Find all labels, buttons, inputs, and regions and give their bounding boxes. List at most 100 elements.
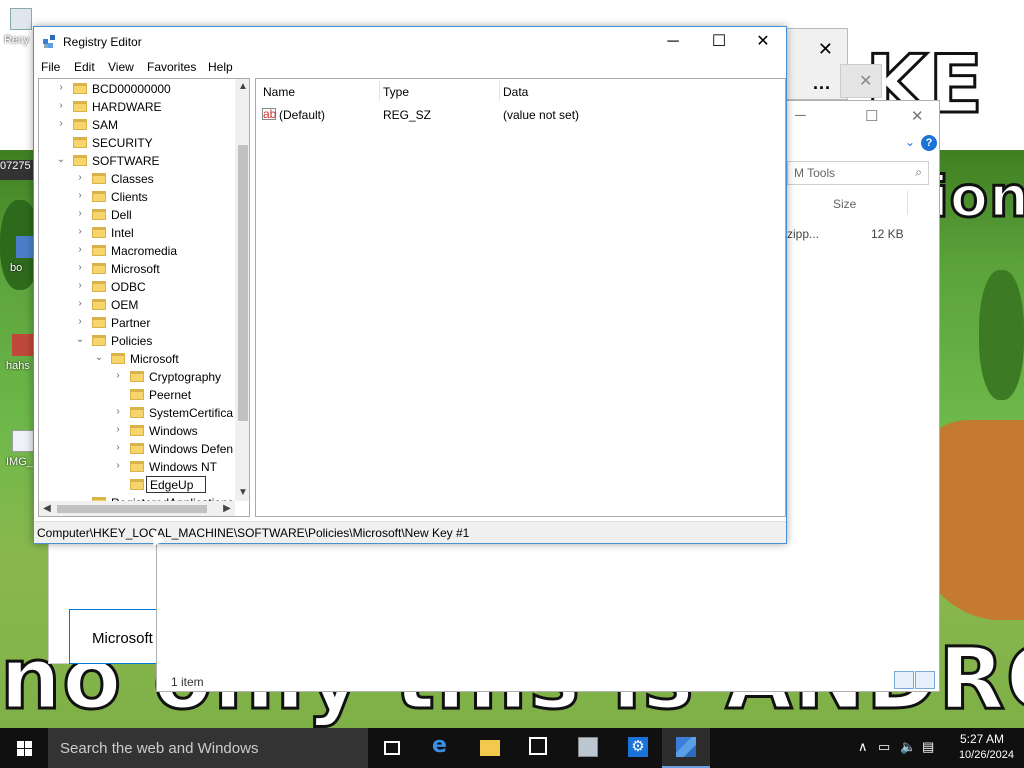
- scroll-up-arrow[interactable]: ▲: [235, 79, 249, 95]
- close-button[interactable]: ✕: [911, 107, 924, 125]
- tree-item-dell[interactable]: › Dell: [39, 206, 235, 224]
- expand-icon[interactable]: ›: [75, 280, 85, 291]
- tree-horizontal-scrollbar[interactable]: ◀ ▶: [39, 501, 235, 516]
- details-view-icon[interactable]: [894, 671, 914, 689]
- task-view-button[interactable]: [368, 728, 416, 768]
- scroll-thumb[interactable]: [238, 145, 248, 421]
- tree-item-windows-defender[interactable]: › Windows Defen: [39, 440, 235, 458]
- tree-item-systemcertificates[interactable]: › SystemCertifica: [39, 404, 235, 422]
- taskbar-file-explorer[interactable]: [466, 728, 514, 768]
- tree-item-partner[interactable]: › Partner: [39, 314, 235, 332]
- expand-icon[interactable]: ›: [75, 262, 85, 273]
- tree-item-clients[interactable]: › Clients: [39, 188, 235, 206]
- taskbar-edge[interactable]: e: [418, 728, 466, 768]
- tree-item-policies-microsoft[interactable]: ⌄ Microsoft: [39, 350, 235, 368]
- scroll-right-arrow[interactable]: ▶: [219, 501, 235, 516]
- tree-vertical-scrollbar[interactable]: ▲ ▼: [235, 79, 249, 501]
- menu-view[interactable]: View: [108, 60, 134, 74]
- taskbar-store[interactable]: [514, 728, 562, 768]
- tree-item-peernet[interactable]: Peernet: [39, 386, 235, 404]
- minimize-button[interactable]: ─: [650, 27, 696, 57]
- registry-editor-window[interactable]: Registry Editor ─ ☐ ✕ File Edit View Fav…: [33, 26, 787, 544]
- maximize-button[interactable]: ☐: [696, 27, 742, 57]
- column-separator[interactable]: [379, 81, 380, 101]
- taskbar-search-box[interactable]: Search the web and Windows: [48, 728, 368, 768]
- minimize-button[interactable]: ─: [795, 107, 806, 124]
- rename-key-input[interactable]: EdgeUp: [146, 476, 206, 493]
- clock-date[interactable]: 10/26/2024: [959, 749, 1014, 761]
- tree-item-sam[interactable]: › SAM: [39, 116, 235, 134]
- expand-icon[interactable]: ›: [113, 460, 123, 471]
- menu-favorites[interactable]: Favorites: [147, 60, 196, 74]
- column-header-size[interactable]: Size: [833, 197, 856, 211]
- maximize-button[interactable]: ☐: [865, 107, 878, 125]
- expand-icon[interactable]: ›: [75, 208, 85, 219]
- collapse-icon[interactable]: ⌄: [56, 154, 66, 165]
- tree-item-new-key-rename[interactable]: EdgeUp: [39, 476, 235, 494]
- expand-icon[interactable]: ›: [56, 118, 66, 129]
- search-input[interactable]: M Tools ⌕: [787, 161, 929, 185]
- tree-item-classes[interactable]: › Classes: [39, 170, 235, 188]
- expand-icon[interactable]: ›: [75, 190, 85, 201]
- close-icon[interactable]: ✕: [818, 39, 833, 60]
- file-name[interactable]: zipp...: [787, 227, 819, 241]
- start-button[interactable]: [0, 728, 48, 768]
- taskbar-registry-editor[interactable]: [662, 728, 710, 768]
- key-tree-pane[interactable]: › BCD00000000 › HARDWARE › SAM SECURITY …: [38, 78, 250, 517]
- titlebar[interactable]: Registry Editor ─ ☐ ✕: [34, 27, 786, 57]
- tree-item-bcd[interactable]: › BCD00000000: [39, 80, 235, 98]
- clock-time[interactable]: 5:27 AM: [960, 732, 1004, 746]
- column-separator[interactable]: [499, 81, 500, 101]
- collapse-icon[interactable]: ⌄: [94, 352, 104, 363]
- values-list-pane[interactable]: Name Type Data ab (Default) REG_SZ (valu…: [255, 78, 786, 517]
- network-icon[interactable]: ▭: [878, 739, 890, 755]
- taskbar-settings[interactable]: ⚙: [614, 728, 662, 768]
- expand-icon[interactable]: ›: [113, 442, 123, 453]
- close-button[interactable]: ✕: [740, 27, 786, 57]
- expand-icon[interactable]: ›: [75, 226, 85, 237]
- action-center-icon[interactable]: ▤: [922, 739, 934, 755]
- tree-item-oem[interactable]: › OEM: [39, 296, 235, 314]
- taskbar-app[interactable]: [564, 728, 612, 768]
- column-header-type[interactable]: Type: [383, 85, 409, 99]
- collapse-icon[interactable]: ⌄: [75, 334, 85, 345]
- expand-icon[interactable]: ›: [75, 244, 85, 255]
- tree-item-policies[interactable]: ⌄ Policies: [39, 332, 235, 350]
- value-row[interactable]: ab (Default) REG_SZ (value not set): [256, 105, 785, 123]
- tree-item-windows[interactable]: › Windows: [39, 422, 235, 440]
- menu-help[interactable]: Help: [208, 60, 233, 74]
- expand-icon[interactable]: ›: [75, 316, 85, 327]
- more-options-icon[interactable]: ...: [813, 73, 831, 94]
- tree-item-microsoft[interactable]: › Microsoft: [39, 260, 235, 278]
- tree-item-macromedia[interactable]: › Macromedia: [39, 242, 235, 260]
- menu-edit[interactable]: Edit: [74, 60, 95, 74]
- expand-icon[interactable]: ›: [56, 100, 66, 111]
- tree-item-security[interactable]: SECURITY: [39, 134, 235, 152]
- tree-item-hardware[interactable]: › HARDWARE: [39, 98, 235, 116]
- tree-item-odbc[interactable]: › ODBC: [39, 278, 235, 296]
- large-icons-view-icon[interactable]: [915, 671, 935, 689]
- tree-item-software[interactable]: ⌄ SOFTWARE: [39, 152, 235, 170]
- background-window-small[interactable]: ✕: [840, 64, 882, 98]
- help-icon[interactable]: ?: [921, 135, 937, 151]
- chevron-up-icon[interactable]: ∧: [858, 739, 868, 755]
- menu-file[interactable]: File: [41, 60, 60, 74]
- scroll-left-arrow[interactable]: ◀: [39, 501, 55, 516]
- scroll-down-arrow[interactable]: ▼: [235, 485, 249, 501]
- tree-item-intel[interactable]: › Intel: [39, 224, 235, 242]
- expand-icon[interactable]: ›: [75, 172, 85, 183]
- background-window[interactable]: ✕ ...: [780, 28, 848, 100]
- tree-item-windows-nt[interactable]: › Windows NT: [39, 458, 235, 476]
- expand-icon[interactable]: ›: [113, 370, 123, 381]
- tree-item-cryptography[interactable]: › Cryptography: [39, 368, 235, 386]
- expand-icon[interactable]: ›: [113, 424, 123, 435]
- column-header-name[interactable]: Name: [263, 85, 295, 99]
- volume-muted-icon[interactable]: 🔈: [900, 739, 916, 755]
- expand-icon[interactable]: ›: [56, 82, 66, 93]
- close-icon[interactable]: ✕: [859, 71, 872, 91]
- scroll-thumb[interactable]: [57, 505, 207, 513]
- expand-icon[interactable]: ›: [113, 406, 123, 417]
- expand-icon[interactable]: ›: [75, 298, 85, 309]
- chevron-down-icon[interactable]: ⌄: [905, 135, 915, 149]
- column-header-data[interactable]: Data: [503, 85, 528, 99]
